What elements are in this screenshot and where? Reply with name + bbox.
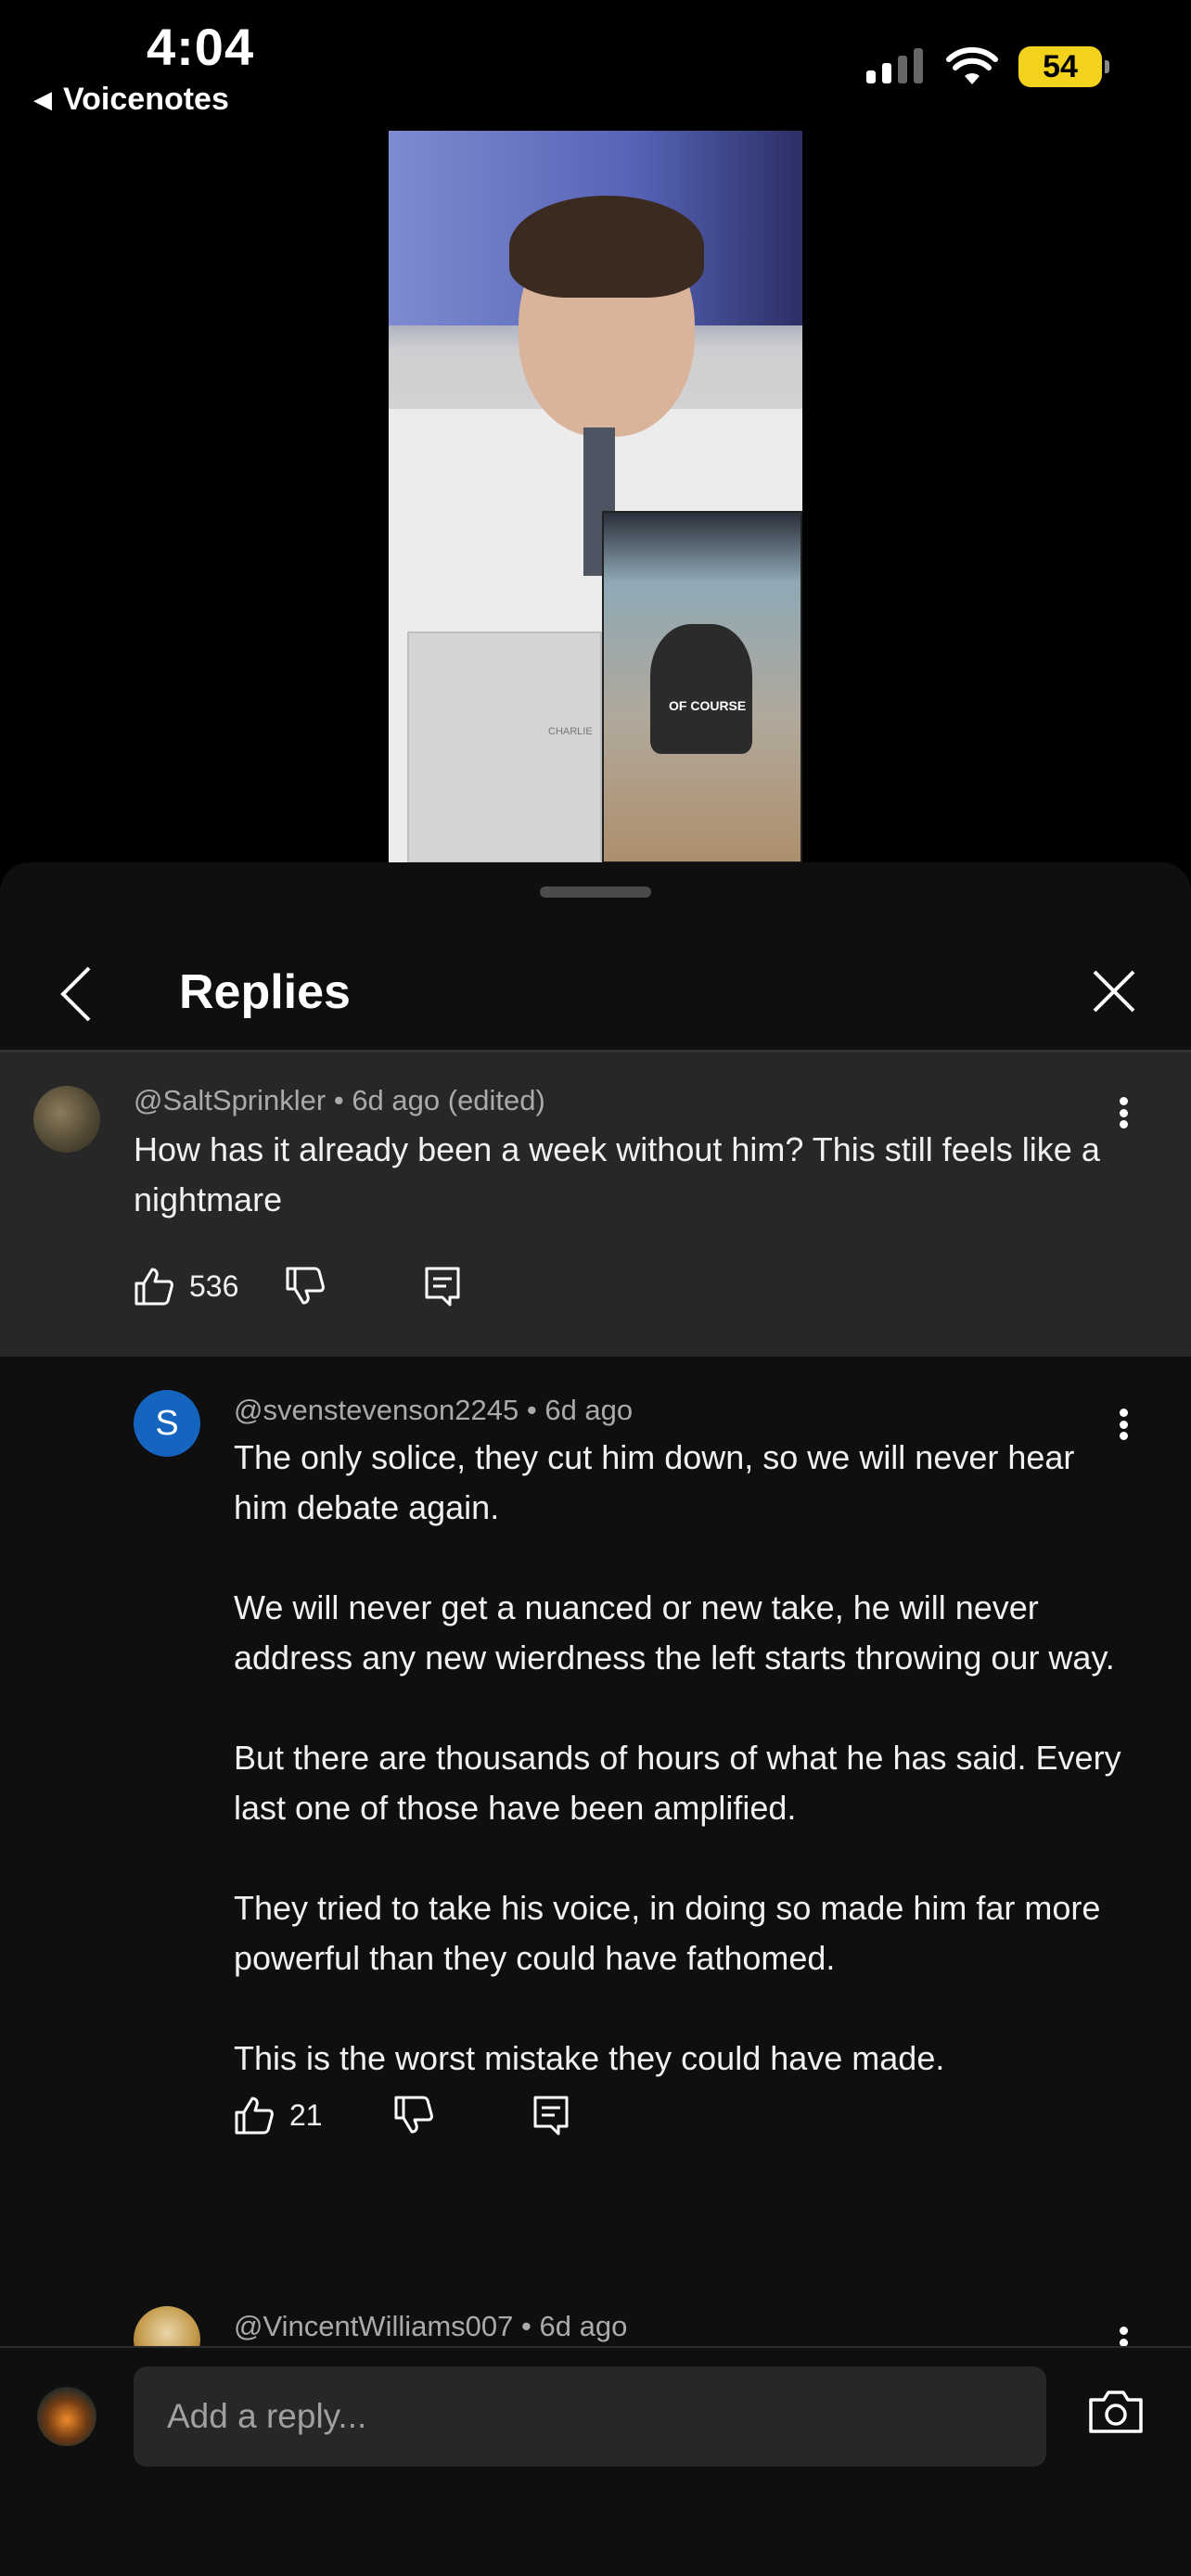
video-laptop: CHARLIE xyxy=(407,631,602,863)
comment-paragraph: This is the worst mistake they could hav… xyxy=(234,2039,945,2077)
meta-separator: • xyxy=(521,2310,540,2342)
comment-author[interactable]: @SaltSprinkler xyxy=(134,1084,326,1116)
comment-author[interactable]: @VincentWilliams007 xyxy=(234,2310,513,2342)
avatar[interactable] xyxy=(37,2387,96,2446)
comment-paragraph: The only solice, they cut him down, so w… xyxy=(234,1438,1075,1526)
comment-age: 6d ago xyxy=(539,2310,628,2342)
dislike-icon xyxy=(286,1267,326,1305)
reply-input[interactable]: Add a reply... xyxy=(134,2366,1046,2467)
camera-icon[interactable] xyxy=(1087,2389,1145,2435)
dislike-button[interactable] xyxy=(285,1267,326,1306)
parent-comment: @SaltSprinkler • 6d ago (edited) How has… xyxy=(0,1052,1191,1357)
comment-author[interactable]: @svenstevenson2245 xyxy=(234,1394,519,1426)
like-count: 21 xyxy=(289,2098,323,2132)
comment-text: How has it already been a week without h… xyxy=(134,1130,1100,1218)
drag-handle[interactable] xyxy=(540,886,651,898)
video-inset: OF COURSE xyxy=(602,511,802,863)
like-button[interactable]: 21 xyxy=(234,2096,323,2135)
back-chevron-icon[interactable] xyxy=(56,964,96,1024)
back-app-label: Voicenotes xyxy=(63,82,229,117)
replies-sheet: Replies @SaltSprinkler • 6d ago (edited)… xyxy=(0,862,1191,2576)
comment-paragraph: They tried to take his voice, in doing s… xyxy=(234,1889,1101,1977)
like-count: 536 xyxy=(189,1269,239,1303)
comment-actions: 21 xyxy=(234,2095,570,2136)
page-title: Replies xyxy=(179,965,351,1019)
reply-button[interactable] xyxy=(532,2095,570,2136)
meta-separator: • xyxy=(333,1084,352,1116)
replies-header: Replies xyxy=(0,931,1191,1050)
like-button[interactable]: 536 xyxy=(134,1267,238,1306)
video-player[interactable]: CHARLIE OF COURSE xyxy=(389,131,802,863)
comment-paragraph: But there are thousands of hours of what… xyxy=(234,1739,1121,1827)
dislike-button[interactable] xyxy=(393,2096,434,2135)
battery-indicator: 54 xyxy=(1018,46,1109,87)
more-vert-icon[interactable] xyxy=(1117,1097,1130,1129)
video-person-hair xyxy=(509,196,704,298)
status-time: 4:04 xyxy=(147,18,255,76)
back-triangle-icon: ◀ xyxy=(33,85,52,113)
video-inset-caption: OF COURSE xyxy=(669,698,747,713)
comment-age: 6d ago xyxy=(544,1394,634,1426)
close-icon[interactable] xyxy=(1091,968,1137,1014)
comment-age: 6d ago (edited) xyxy=(352,1084,545,1116)
reply-icon xyxy=(533,2096,569,2136)
comment-text: The only solice, they cut him down, so w… xyxy=(234,1433,1124,2084)
status-icons: 54 xyxy=(866,46,1109,87)
like-icon xyxy=(134,1268,173,1306)
comment-meta: @VincentWilliams007 • 6d ago xyxy=(234,2310,627,2343)
meta-separator: • xyxy=(526,1394,545,1426)
video-inset-person xyxy=(650,624,752,754)
comment-meta: @svenstevenson2245 • 6d ago xyxy=(234,1394,633,1427)
reply-bar: Add a reply... xyxy=(0,2346,1191,2576)
signal-icon xyxy=(866,48,923,83)
laptop-logo-text: CHARLIE xyxy=(548,726,593,737)
avatar[interactable]: S xyxy=(134,1390,200,1457)
reply-icon xyxy=(425,1267,460,1307)
comment-actions: 536 xyxy=(134,1266,461,1307)
comment-paragraph: We will never get a nuanced or new take,… xyxy=(234,1588,1115,1677)
wifi-icon xyxy=(946,47,998,84)
reply-item: @VincentWilliams007 • 6d ago xyxy=(0,2265,1191,2358)
reply-button[interactable] xyxy=(424,1266,461,1307)
reply-item: S @svenstevenson2245 • 6d ago The only s… xyxy=(0,1357,1191,2265)
like-icon xyxy=(235,2097,274,2135)
avatar[interactable] xyxy=(33,1086,100,1153)
back-to-app-link[interactable]: ◀ Voicenotes xyxy=(33,82,229,118)
dislike-icon xyxy=(394,2096,433,2134)
comment-meta: @SaltSprinkler • 6d ago (edited) xyxy=(134,1084,545,1117)
